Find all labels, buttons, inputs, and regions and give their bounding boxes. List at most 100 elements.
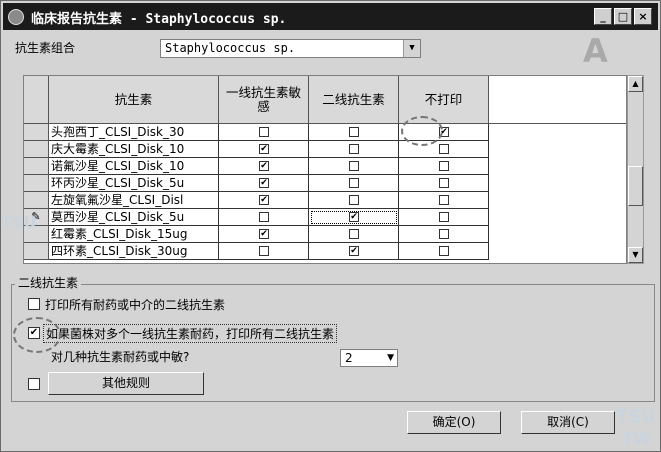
chevron-down-icon: ▼ [387,353,394,363]
second-line-checkbox[interactable] [349,229,359,239]
table-row[interactable]: 庆大霉素_CLSI_Disk_10 ✔ [24,141,626,158]
antibiotic-name[interactable]: 左旋氧氟沙星_CLSI_Disl [49,192,219,209]
table-row[interactable]: ✎ 莫西沙星_CLSI_Disk_5u ✔ [24,209,626,226]
grid-cell [219,124,309,141]
row-header[interactable] [24,192,49,209]
second-line-checkbox[interactable] [349,144,359,154]
highlight-circle [401,116,443,146]
watermark-bottom: .TW [616,429,651,448]
no-print-checkbox[interactable] [439,246,449,256]
app-icon [8,9,24,25]
count-value: 2 [345,351,353,365]
print-all-resistant-checkbox[interactable] [28,298,40,310]
antibiotic-name[interactable]: 庆大霉素_CLSI_Disk_10 [49,141,219,158]
first-line-checkbox[interactable] [259,212,269,222]
no-print-checkbox[interactable] [439,161,449,171]
scroll-thumb[interactable] [628,166,643,206]
cancel-button[interactable]: 取消(C) [521,411,615,434]
close-button[interactable]: × [634,8,652,25]
grid-cell [399,192,489,209]
second-line-checkbox[interactable]: ✔ [349,246,359,256]
multi-resistant-label: 如果菌株对多个一线抗生素耐药，打印所有二线抗生素 [43,324,338,343]
grid-cell [219,209,309,226]
dialog-window: 临床报告抗生素 - Staphylococcus sp. _ □ × 抗生素组合… [0,0,661,452]
watermark-top: TSU [616,406,656,427]
grid-cell: ✔ [219,226,309,243]
second-line-checkbox[interactable] [349,195,359,205]
table-row[interactable]: 左旋氧氟沙星_CLSI_Disl ✔ [24,192,626,209]
no-print-checkbox[interactable] [439,229,449,239]
grid-cell: ✔ [309,209,399,226]
grid-cell [399,175,489,192]
grid-cell [309,175,399,192]
antibiotic-name[interactable]: 红霉素_CLSI_Disk_15ug [49,226,219,243]
first-line-checkbox[interactable]: ✔ [259,144,269,154]
grid-cell: ✔ [219,175,309,192]
maximize-button[interactable]: □ [614,8,632,25]
grid-cell [309,192,399,209]
second-line-checkbox[interactable] [349,161,359,171]
print-all-resistant-label: 打印所有耐药或中介的二线抗生素 [45,298,226,312]
row-header[interactable] [24,158,49,175]
grid-cell: ✔ [309,243,399,260]
antibiotic-name[interactable]: 四环素_CLSI_Disk_30ug [49,243,219,260]
table-row[interactable]: 四环素_CLSI_Disk_30ug ✔ [24,243,626,260]
antibiotic-name[interactable]: 头孢西丁_CLSI_Disk_30 [49,124,219,141]
chevron-down-icon[interactable]: ▼ [403,40,420,57]
antibiotic-name[interactable]: 莫西沙星_CLSI_Disk_5u [49,209,219,226]
other-rules-checkbox[interactable] [28,378,40,390]
scroll-down-icon[interactable]: ▼ [628,247,643,263]
second-line-checkbox[interactable]: ✔ [349,212,359,222]
other-rules-button[interactable]: 其他规则 [48,372,204,395]
row-header[interactable] [24,175,49,192]
grid-cell [309,158,399,175]
grid-cell [309,124,399,141]
first-line-checkbox[interactable]: ✔ [259,178,269,188]
row-header[interactable] [24,141,49,158]
minimize-button[interactable]: _ [594,8,612,25]
header-name[interactable]: 抗生素 [49,76,219,124]
grid-cell [399,226,489,243]
table-row[interactable]: 环丙沙星_CLSI_Disk_5u ✔ [24,175,626,192]
header-filler [489,76,626,124]
grid-corner-header [24,76,49,124]
grid-cell: ✔ [219,158,309,175]
watermark-left: TSU [1,213,37,232]
grid-cell [309,141,399,158]
second-line-checkbox[interactable] [349,127,359,137]
antibiotic-name[interactable]: 环丙沙星_CLSI_Disk_5u [49,175,219,192]
corner-letter: A [583,32,608,70]
no-print-checkbox[interactable] [439,178,449,188]
resistance-count-label: 对几种抗生素耐药或中敏? [51,350,190,364]
first-line-checkbox[interactable] [259,127,269,137]
resistance-count-select[interactable]: 2 ▼ [340,349,398,367]
second-line-checkbox[interactable] [349,178,359,188]
table-row[interactable]: 红霉素_CLSI_Disk_15ug ✔ [24,226,626,243]
header-second-line[interactable]: 二线抗生素 [309,76,399,124]
ok-button[interactable]: 确定(O) [407,411,501,434]
grid-scrollbar[interactable]: ▲ ▼ [627,75,644,264]
row-header[interactable] [24,124,49,141]
grid-cell: ✔ [219,141,309,158]
no-print-checkbox[interactable] [439,144,449,154]
title-bar[interactable]: 临床报告抗生素 - Staphylococcus sp. _ □ × [3,3,658,30]
antibiotic-group-select[interactable]: Staphylococcus sp. ▼ [160,39,421,58]
first-line-checkbox[interactable]: ✔ [259,161,269,171]
window-title: 临床报告抗生素 - Staphylococcus sp. [31,12,287,27]
grid-cell: ✔ [219,192,309,209]
scroll-up-icon[interactable]: ▲ [628,76,643,92]
header-first-line[interactable]: 一线抗生素敏感 [219,76,309,124]
first-line-checkbox[interactable]: ✔ [259,229,269,239]
group-title: 二线抗生素 [15,274,82,291]
no-print-checkbox[interactable] [439,195,449,205]
first-line-checkbox[interactable]: ✔ [259,195,269,205]
first-line-checkbox[interactable] [259,246,269,256]
row-header[interactable] [24,243,49,260]
no-print-checkbox[interactable] [439,212,449,222]
antibiotic-name[interactable]: 诺氟沙星_CLSI_Disk_10 [49,158,219,175]
table-row[interactable]: 诺氟沙星_CLSI_Disk_10 ✔ [24,158,626,175]
grid-cell [219,243,309,260]
grid-cell [399,158,489,175]
table-row[interactable]: 头孢西丁_CLSI_Disk_30 ✔ [24,124,626,141]
grid-cell [399,209,489,226]
